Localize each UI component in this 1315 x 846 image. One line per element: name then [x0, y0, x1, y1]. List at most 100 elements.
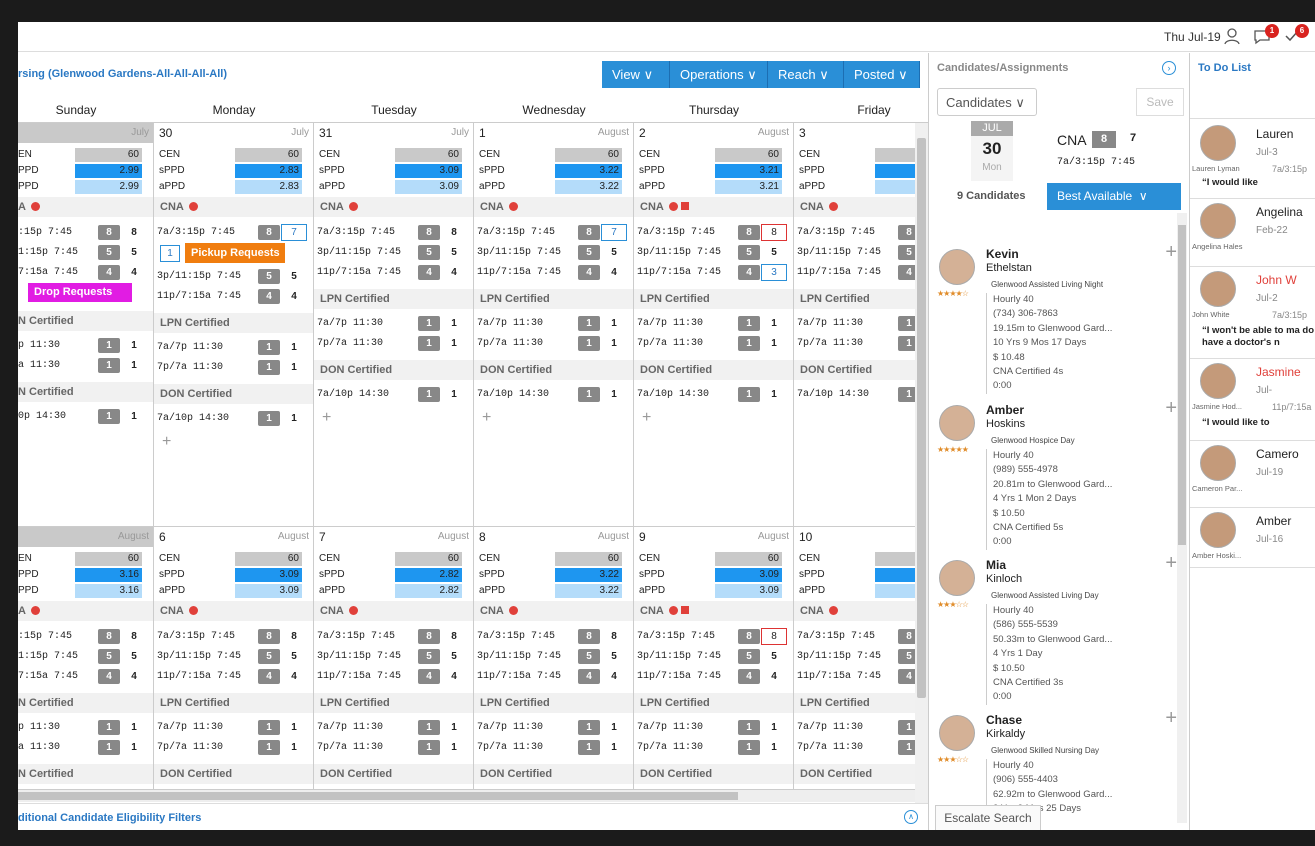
- don-section: DON Certified: [634, 764, 793, 784]
- user-icon[interactable]: [1223, 27, 1243, 45]
- scheduled-count: 4: [418, 669, 440, 684]
- best-available-dropdown[interactable]: Best Available ∨: [1047, 183, 1181, 210]
- drop-requests-button[interactable]: Drop Requests: [28, 283, 132, 302]
- todo-item[interactable]: John White John W Jul-2 7a/3:15p “I won't be…: [1190, 267, 1315, 359]
- census-value-sppd: 2.99: [75, 164, 142, 178]
- todo-date: Jul-3: [1256, 147, 1278, 158]
- shift-time: 7a/3:15p 7:45: [797, 227, 876, 238]
- needed-count[interactable]: 8: [761, 224, 787, 241]
- month-label: August: [597, 127, 629, 138]
- needed-count: 1: [611, 318, 617, 329]
- shift-time: 7:15a 7:45: [18, 267, 79, 278]
- add-candidate-icon[interactable]: +: [1165, 397, 1177, 420]
- check-alerts-icon[interactable]: 6: [1283, 24, 1309, 45]
- day-cell[interactable]: 9 August CEN 60 sPPD 3.09 aPPD 3.09 CNA 7a/3:15p …: [634, 527, 794, 790]
- lpn-section: LPN Certified: [794, 289, 915, 309]
- day-cell[interactable]: 1 August CEN 60 sPPD 3.22 aPPD 3.22 CNA 7a/3:15p …: [474, 123, 634, 527]
- shift-time: 3p/11:15p 7:45: [317, 651, 402, 662]
- shift-time: 7a/10p 14:30: [797, 389, 870, 400]
- collapse-up-icon[interactable]: ∧: [904, 810, 918, 824]
- needed-count[interactable]: 3: [761, 264, 787, 281]
- census-value-cen: 60: [235, 148, 302, 162]
- eligibility-filters-label[interactable]: ditional Candidate Eligibility Filters: [18, 812, 201, 824]
- census-label-cen: CEN: [479, 149, 501, 160]
- scheduled-count: 1: [418, 740, 440, 755]
- todo-message: “I would like to: [1202, 417, 1270, 428]
- expand-right-icon[interactable]: ›: [1162, 61, 1176, 75]
- operations-button[interactable]: Operations ∨: [670, 61, 768, 88]
- reach-button[interactable]: Reach ∨: [768, 61, 844, 88]
- add-candidate-icon[interactable]: +: [1165, 552, 1177, 575]
- day-cell[interactable]: 3CENsPPDaPPDCNA7a/3:15p 7:45883p/11:15p …: [794, 123, 915, 527]
- posted-button[interactable]: Posted ∨: [844, 61, 920, 88]
- todo-item[interactable]: Jasmine Hod... Jasmine Jul- 11p/7:15a “I wou…: [1190, 359, 1315, 441]
- shift-time: 3p/11:15p 7:45: [157, 651, 242, 662]
- todo-item[interactable]: Lauren Lyman Lauren Jul-3 7a/3:15p “I would …: [1190, 121, 1315, 199]
- needed-count[interactable]: 7: [281, 224, 307, 241]
- add-shift-icon[interactable]: +: [322, 409, 331, 427]
- cna-label: A: [18, 605, 26, 617]
- add-shift-icon[interactable]: +: [482, 409, 491, 427]
- don-section: DON Certified: [634, 360, 793, 380]
- escalate-search-button[interactable]: Escalate Search: [935, 805, 1041, 830]
- day-cell[interactable]: 30 July CEN 60 sPPD 2.83 aPPD 2.83 CNA 7a/3:15p 7…: [154, 123, 314, 527]
- day-cell[interactable]: 2 August CEN 60 sPPD 3.21 aPPD 3.21 CNA 7a/3:15p …: [634, 123, 794, 527]
- date-tile-month: JUL: [971, 121, 1013, 136]
- candidate-scrollbar[interactable]: [1177, 213, 1187, 823]
- todo-item[interactable]: Angelina Hales Angelina Feb-22: [1190, 199, 1315, 267]
- save-button[interactable]: Save: [1136, 88, 1184, 116]
- clock-icon: [508, 202, 518, 211]
- day-cell-header: 10: [794, 527, 915, 547]
- add-shift-icon[interactable]: +: [162, 433, 171, 451]
- rating-stars: ★★★☆☆: [937, 600, 969, 609]
- pickup-requests-button[interactable]: Pickup Requests: [185, 243, 285, 263]
- todo-item[interactable]: Amber Hoski... Amber Jul-16: [1190, 508, 1315, 568]
- shift-time: 7a/7p 11:30: [637, 722, 704, 733]
- don-section: DON Certified: [314, 360, 473, 380]
- census-label-sppd: sPPD: [159, 569, 185, 580]
- needed-count: 1: [611, 722, 617, 733]
- census-label-sppd: PPD: [18, 165, 39, 176]
- needed-count[interactable]: 8: [761, 628, 787, 645]
- day-cell[interactable]: 31 July CEN 60 sPPD 3.09 aPPD 3.09 CNA 7a/3:15p 7…: [314, 123, 474, 527]
- candidates-dropdown[interactable]: Candidates ∨: [937, 88, 1037, 116]
- add-candidate-icon[interactable]: +: [1165, 707, 1177, 730]
- census-value-sppd: 3.09: [395, 164, 462, 178]
- shift-time: 7p/7a 11:30: [797, 742, 864, 753]
- month-label: August: [437, 531, 469, 542]
- needed-count[interactable]: 7: [601, 224, 627, 241]
- pickup-count[interactable]: 1: [160, 245, 180, 262]
- shift-time: 7p/7a 11:30: [157, 362, 224, 373]
- day-cell[interactable]: July EN 60 PPD 2.99 PPD 2.99 A:15p 7:45 8 8 1:15p …: [18, 123, 154, 527]
- scheduled-count: 5: [738, 649, 760, 664]
- role-count: 8: [1092, 131, 1116, 148]
- horizontal-scrollbar[interactable]: [18, 790, 915, 802]
- date-tile-day: 30: [982, 139, 1002, 158]
- day-cell[interactable]: 10CENsPPDaPPDCNA7a/3:15p 7:45883p/11:15p…: [794, 527, 915, 790]
- vertical-scrollbar[interactable]: [915, 123, 928, 803]
- schedule-title[interactable]: rsing (Glenwood Gardens-All-All-All-All): [18, 68, 227, 80]
- shift-time: 7p/7a 11:30: [637, 338, 704, 349]
- candidate-tags: Glenwood Skilled Nursing Day: [991, 746, 1100, 755]
- scheduled-count: 1: [98, 409, 120, 424]
- day-cell[interactable]: 6 August CEN 60 sPPD 3.09 aPPD 3.09 CNA 7a/3:15p …: [154, 527, 314, 790]
- shift-time: 3p/11:15p 7:45: [317, 247, 402, 258]
- month-label: August: [757, 531, 789, 542]
- current-date: Thu Jul-19: [1164, 30, 1221, 44]
- scheduled-count: 4: [98, 669, 120, 684]
- view-button[interactable]: View ∨: [602, 61, 670, 88]
- day-cell[interactable]: August EN 60 PPD 3.16 PPD 3.16 A:15p 7:45 8 8 1:15…: [18, 527, 154, 790]
- eligibility-filters-bar[interactable]: ditional Candidate Eligibility Filters ∧: [18, 803, 928, 830]
- shift-time: 7a/7p 11:30: [157, 342, 224, 353]
- day-cell[interactable]: 8 August CEN 60 sPPD 3.22 aPPD 3.22 CNA 7a/3:15p …: [474, 527, 634, 790]
- add-candidate-icon[interactable]: +: [1165, 241, 1177, 264]
- day-cell[interactable]: 7 August CEN 60 sPPD 2.82 aPPD 2.82 CNA 7a/3:15p …: [314, 527, 474, 790]
- add-shift-icon[interactable]: +: [642, 409, 651, 427]
- todo-item[interactable]: Cameron Par... Camero Jul-19: [1190, 441, 1315, 508]
- shift-time: 7a/3:15p 7:45: [157, 227, 236, 238]
- messages-icon[interactable]: 1: [1253, 24, 1279, 45]
- candidate-info-line: (906) 555-4403: [993, 774, 1058, 786]
- month-label: July: [291, 127, 309, 138]
- todo-date: Feb-22: [1256, 225, 1288, 236]
- todo-person-name: Lauren Lyman: [1192, 164, 1240, 173]
